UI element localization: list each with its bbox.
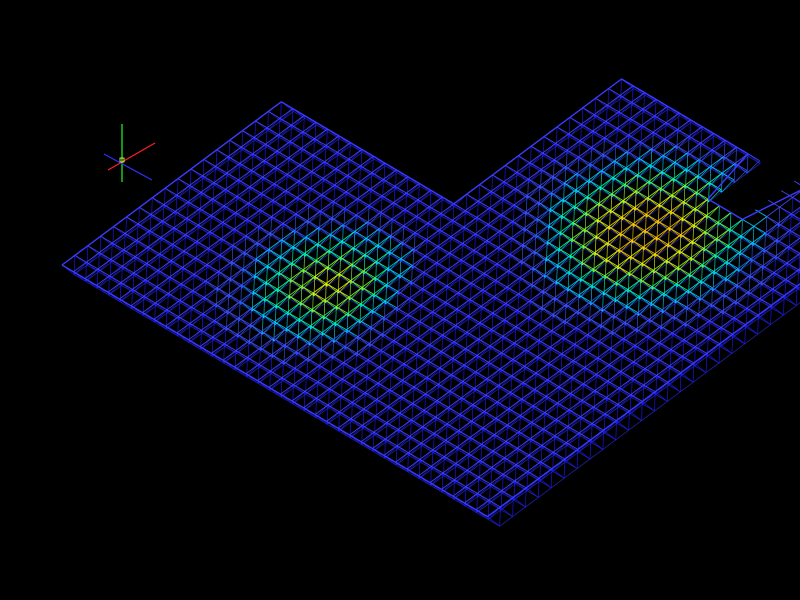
web-diagonal-member bbox=[603, 429, 617, 441]
wireframe-canvas[interactable] bbox=[0, 0, 800, 600]
web-diagonal-member bbox=[500, 506, 513, 517]
web-diagonal-member bbox=[513, 497, 526, 508]
bottom-chord-member bbox=[680, 381, 694, 393]
bottom-chord-member bbox=[721, 182, 735, 193]
bottom-chord-member bbox=[718, 353, 733, 364]
web-diagonal-member bbox=[563, 458, 566, 479]
web-diagonal-member bbox=[590, 439, 604, 450]
web-diagonal-member bbox=[667, 381, 681, 393]
web-diagonal-member bbox=[499, 506, 501, 527]
web-diagonal-member bbox=[577, 449, 591, 460]
bottom-chord-member bbox=[747, 163, 761, 174]
web-diagonal-member bbox=[576, 449, 579, 469]
bottom-chord-member bbox=[512, 506, 526, 517]
web-diagonal-member bbox=[783, 295, 785, 316]
web-diagonal-member bbox=[758, 314, 771, 325]
web-diagonal-member bbox=[512, 497, 514, 517]
web-diagonal-member bbox=[654, 391, 668, 402]
web-diagonal-member bbox=[679, 372, 682, 392]
bottom-chord-member bbox=[757, 324, 771, 335]
bottom-chord-member bbox=[667, 391, 681, 402]
bottom-chord-member bbox=[734, 172, 748, 183]
web-diagonal-member bbox=[732, 333, 746, 345]
web-diagonal-member bbox=[757, 314, 759, 335]
web-diagonal-member bbox=[667, 382, 669, 402]
web-diagonal-member bbox=[642, 401, 655, 412]
bottom-chord-member bbox=[576, 458, 591, 469]
bottom-chord-member bbox=[654, 401, 668, 412]
web-diagonal-member bbox=[705, 353, 708, 373]
bottom-chord-member bbox=[628, 420, 642, 431]
bottom-chord-member bbox=[770, 314, 784, 325]
web-diagonal-member bbox=[744, 324, 746, 344]
web-diagonal-member bbox=[602, 430, 604, 450]
web-diagonal-member bbox=[525, 487, 539, 498]
web-diagonal-member bbox=[551, 468, 565, 479]
web-diagonal-member bbox=[692, 362, 695, 383]
bottom-chord-member bbox=[602, 439, 617, 450]
bottom-chord-member bbox=[563, 468, 578, 479]
bottom-chord-member bbox=[692, 372, 707, 383]
bottom-chord-member bbox=[615, 429, 629, 441]
bottom-chord-member bbox=[641, 410, 655, 421]
web-diagonal-member bbox=[615, 420, 617, 440]
web-diagonal-member bbox=[487, 516, 500, 527]
web-diagonal-member bbox=[538, 477, 552, 489]
bottom-chord-member bbox=[525, 497, 539, 508]
bottom-chord-member bbox=[589, 449, 604, 460]
bottom-chord-member bbox=[744, 333, 758, 345]
bottom-chord-member bbox=[499, 516, 513, 527]
web-diagonal-member bbox=[693, 362, 707, 373]
bottom-chord-member bbox=[731, 343, 746, 354]
web-diagonal-member bbox=[771, 305, 784, 316]
web-diagonal-member bbox=[589, 439, 592, 460]
web-diagonal-member bbox=[719, 343, 733, 354]
web-diagonal-member bbox=[706, 353, 720, 364]
web-diagonal-member bbox=[538, 478, 540, 498]
web-diagonal-member bbox=[770, 305, 772, 325]
web-diagonal-member bbox=[731, 334, 733, 354]
web-diagonal-member bbox=[616, 420, 629, 431]
web-diagonal-member bbox=[641, 401, 643, 421]
bottom-chord-member bbox=[705, 362, 720, 373]
web-diagonal-member bbox=[680, 372, 694, 383]
web-diagonal-member bbox=[525, 487, 527, 508]
web-diagonal-member bbox=[718, 343, 721, 364]
web-diagonal-member bbox=[550, 468, 553, 488]
bottom-chord-member bbox=[783, 305, 797, 316]
cad-viewport[interactable] bbox=[0, 0, 800, 600]
bottom-chord-member bbox=[538, 487, 552, 498]
space-frame-mesh bbox=[61, 78, 800, 527]
web-diagonal-member bbox=[745, 324, 758, 335]
web-diagonal-member bbox=[564, 458, 578, 469]
web-diagonal-member bbox=[628, 410, 630, 431]
bottom-chord-member bbox=[551, 477, 565, 489]
web-diagonal-member bbox=[629, 410, 642, 421]
web-diagonal-member bbox=[654, 391, 656, 412]
